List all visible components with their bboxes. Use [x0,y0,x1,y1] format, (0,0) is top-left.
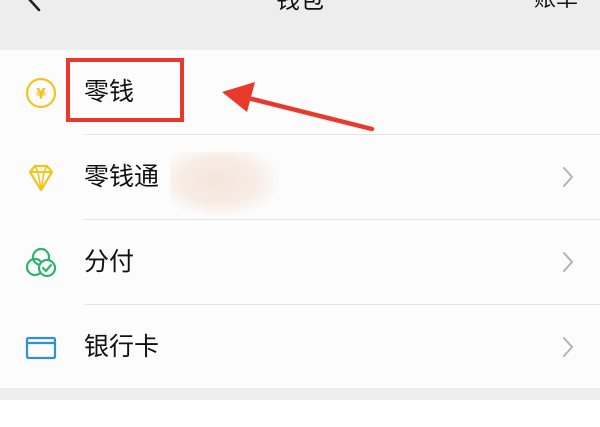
svg-text:¥: ¥ [36,87,46,103]
wallet-item-label: 分付 [84,247,135,276]
wallet-item-fenfu[interactable]: 分付 [0,220,600,304]
wallet-item-change-plus[interactable]: 零钱通 [0,135,600,219]
chevron-right-icon [560,335,576,359]
yen-coin-icon: ¥ [24,76,58,110]
page-title: 钱包 [276,0,324,14]
chevron-right-icon [560,250,576,274]
wallet-item-label: 银行卡 [84,332,160,361]
chevron-right-icon [560,165,576,189]
bank-card-icon [24,331,58,365]
wallet-item-bank-card[interactable]: 银行卡 [0,305,600,389]
bottom-area [0,400,600,427]
wallet-item-label: 零钱通 [84,162,160,191]
leaf-check-icon [24,246,58,280]
diamond-icon [24,161,58,195]
highlight-box [66,58,184,122]
blurred-balance [170,152,278,216]
bill-button[interactable]: 账单 [534,0,578,16]
top-bar: 钱包 账单 [0,0,600,50]
